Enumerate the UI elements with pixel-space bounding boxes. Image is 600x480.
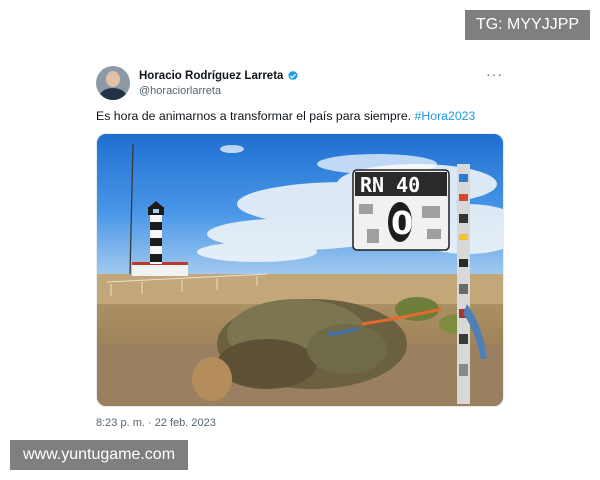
author-name-line: Horacio Rodríguez Larreta — [139, 68, 299, 84]
more-options-icon[interactable]: ··· — [486, 66, 503, 82]
road-sign-km: 0 — [391, 204, 413, 242]
watermark-top-right: TG: MYYJJPP — [465, 10, 590, 40]
photo-lighthouse-road-sign: RN 40 0 — [97, 134, 503, 406]
tweet-photo[interactable]: RN 40 0 — [96, 133, 504, 407]
tweet-text: Es hora de animarnos a transformar el pa… — [96, 109, 506, 123]
verified-badge-icon — [288, 70, 299, 81]
tweet-timestamp[interactable]: 8:23 p. m. · 22 feb. 2023 — [96, 417, 216, 429]
author-display-name[interactable]: Horacio Rodríguez Larreta — [139, 70, 283, 82]
watermark-bottom-left: www.yuntugame.com — [10, 440, 188, 470]
tweet-header: Horacio Rodríguez Larreta @horaciorlarre… — [96, 64, 506, 104]
author-handle[interactable]: @horaciorlarreta — [139, 85, 221, 97]
avatar[interactable] — [96, 66, 130, 100]
hashtag-link[interactable]: #Hora2023 — [415, 109, 476, 123]
tweet-body: Es hora de animarnos a transformar el pa… — [96, 109, 415, 123]
road-sign-route: RN 40 — [360, 173, 420, 197]
